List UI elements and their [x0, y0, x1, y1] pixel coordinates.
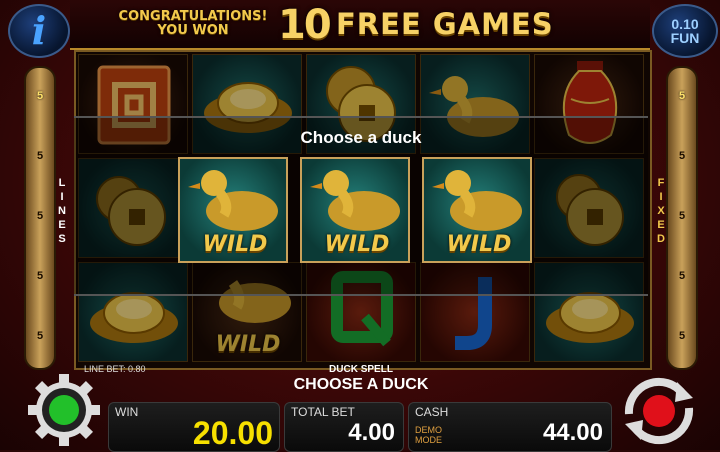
total-bet-display[interactable]: TOTAL BET 4.00 [284, 402, 404, 452]
total-bet-value: 4.00 [348, 419, 395, 446]
side-label-letter: F [657, 177, 665, 189]
side-label-letter: I [659, 191, 663, 203]
win-value: 20.00 [192, 415, 273, 451]
side-label-letter: I [60, 191, 64, 203]
line-number: 5 [36, 90, 44, 102]
choose-duck-title: Choose a duck [300, 128, 422, 147]
demo-mode-label: DEMO MODE [415, 425, 442, 445]
coin-value-button[interactable]: 0.10 FUN [652, 4, 718, 58]
cash-value: 44.00 [542, 419, 603, 446]
congrats-line-2: YOU WON [157, 23, 229, 38]
side-label-letter: D [657, 233, 665, 245]
cash-display: CASH DEMO MODE 44.00 [408, 402, 612, 452]
duck-spell-text: DUCK SPELL [329, 364, 393, 375]
line-number: 5 [678, 330, 686, 342]
fixed-label: FIXED [655, 176, 667, 246]
line-number: 5 [36, 330, 44, 342]
side-label-letter: N [58, 205, 66, 217]
side-label-letter: L [58, 177, 66, 189]
line-number: 5 [36, 210, 44, 222]
info-button[interactable]: i [8, 4, 70, 58]
line-number: 5 [36, 150, 44, 162]
congratulations-text: CONGRATULATIONS! YOU WON [108, 10, 278, 38]
free-games-count: 10 [278, 2, 332, 48]
wild-label: WILD [215, 332, 281, 357]
win-display: WIN 20.00 [108, 402, 280, 452]
duck-option-3[interactable]: WILD [422, 157, 532, 263]
duck-option-2[interactable]: WILD [300, 157, 410, 263]
total-bet-label: TOTAL BET [291, 405, 355, 419]
side-label-letter: S [58, 233, 66, 245]
left-lines-panel: 5 5 5 5 5 [24, 66, 56, 370]
coin-value: 0.10 [671, 16, 699, 32]
line-number: 5 [678, 90, 686, 102]
side-label-letter: X [657, 205, 665, 217]
wild-label: WILD [446, 232, 512, 257]
spin-arrows-icon [624, 377, 694, 445]
choose-duck-status: CHOOSE A DUCK [293, 376, 429, 393]
wild-label: WILD [202, 232, 268, 257]
line-number: 5 [678, 150, 686, 162]
info-icon: i [31, 8, 47, 53]
demo-line-1: DEMO [415, 425, 442, 435]
side-label-letter: E [58, 219, 66, 231]
wild-label: WILD [324, 232, 390, 257]
free-games-title: FREE GAMES [336, 7, 554, 41]
line-number: 5 [36, 270, 44, 282]
gear-icon [28, 374, 100, 446]
demo-line-2: MODE [415, 435, 442, 445]
congrats-line-1: CONGRATULATIONS! [118, 9, 268, 24]
settings-button[interactable] [26, 372, 102, 448]
spin-button[interactable] [617, 374, 701, 448]
line-number: 5 [678, 270, 686, 282]
lines-label: LINES [56, 176, 68, 246]
cash-label: CASH [415, 405, 449, 419]
side-label-letter: E [657, 219, 665, 231]
line-number: 5 [678, 210, 686, 222]
coin-unit: FUN [670, 30, 700, 46]
right-lines-panel: 5 5 5 5 5 [666, 66, 698, 370]
duck-option-1[interactable]: WILD [178, 157, 288, 263]
win-label: WIN [115, 405, 139, 419]
